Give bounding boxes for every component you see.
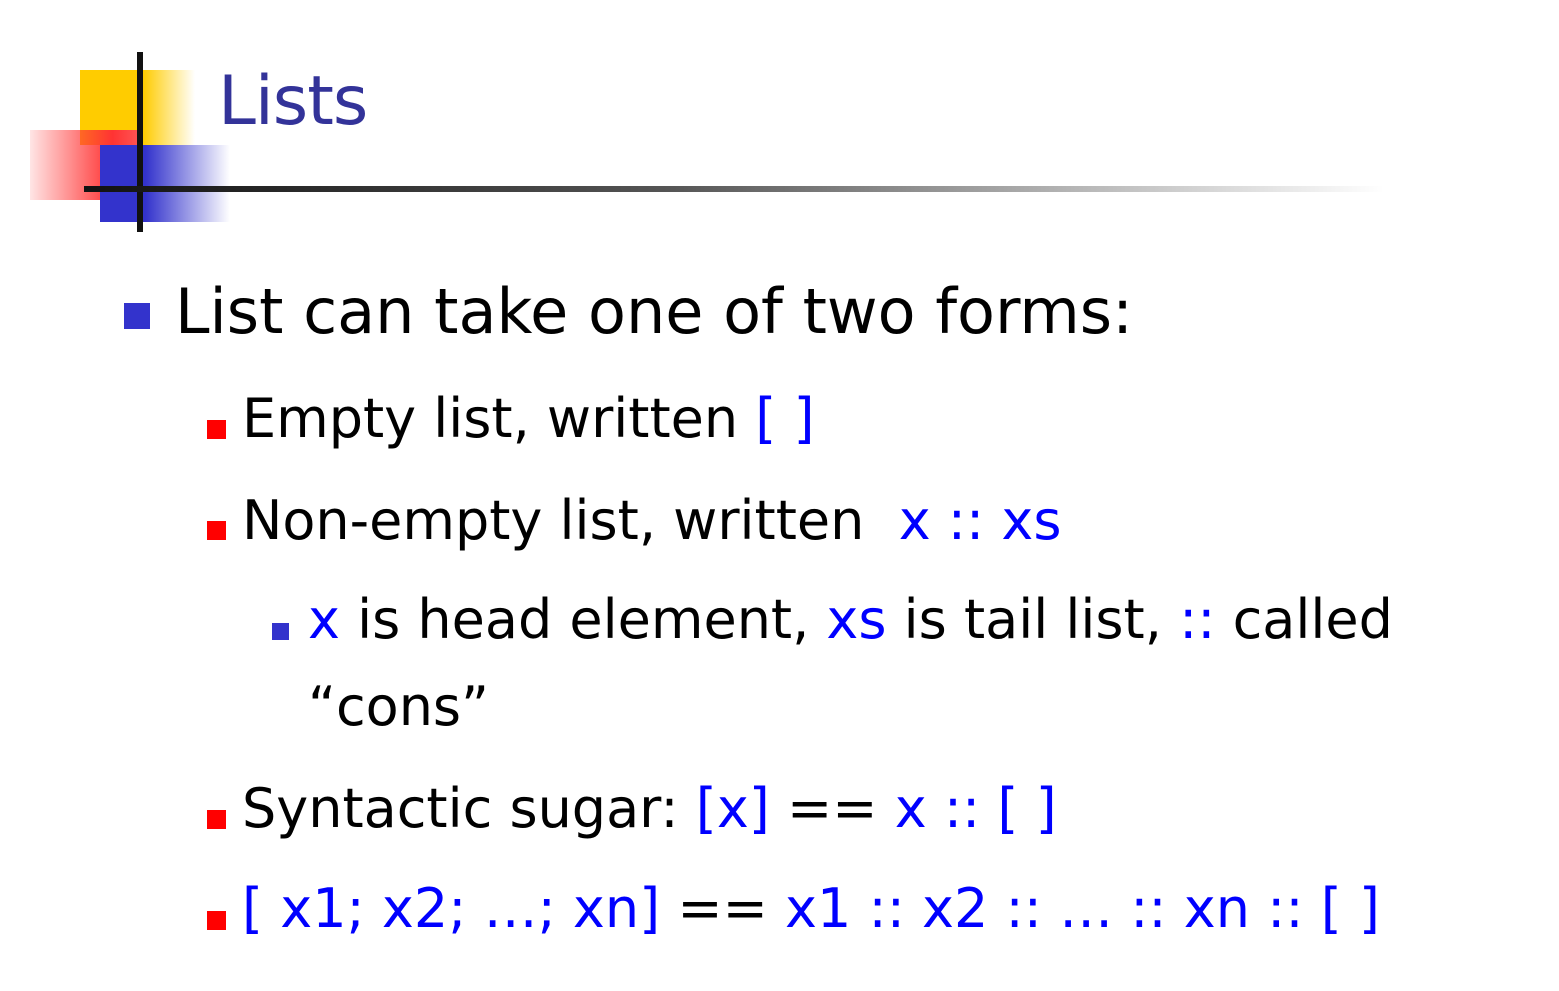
code: xs (826, 588, 887, 651)
bullet-square-icon (272, 623, 289, 640)
bullet-syntactic-sugar: Syntactic sugar: [x] == x :: [ ] (242, 782, 1057, 836)
text: == (769, 777, 895, 840)
code: x1 :: x2 :: … :: xn :: [ ] (785, 877, 1380, 940)
bullet-head-tail: x is head element, xs is tail list, :: c… (308, 593, 1393, 647)
code: [ x1; x2; …; xn] (242, 877, 661, 940)
bullet-square-icon (207, 420, 226, 439)
code: :: (1179, 588, 1216, 651)
bullet-square-icon (124, 303, 150, 329)
bullet-list-forms: List can take one of two forms: (175, 275, 1133, 348)
text: Non-empty list, written (242, 489, 899, 552)
text: is tail list, (886, 588, 1180, 651)
code: x :: [ ] (894, 777, 1057, 840)
text: == (660, 877, 786, 940)
code: x :: xs (898, 489, 1062, 552)
code: [ ] (755, 387, 815, 450)
text: called (1215, 588, 1393, 651)
bullet-square-icon (207, 521, 226, 540)
bullet-nonempty-list: Non-empty list, written x :: xs (242, 494, 1061, 548)
title-underline (84, 186, 1384, 192)
bullet-square-icon (207, 911, 226, 930)
bullet-list-literal: [ x1; x2; …; xn] == x1 :: x2 :: … :: xn … (242, 882, 1380, 936)
decor-blue-square (100, 145, 230, 222)
bullet-empty-list: Empty list, written [ ] (242, 392, 815, 446)
bullet-square-icon (207, 810, 226, 829)
text: Syntactic sugar: (242, 777, 696, 840)
bullet-head-tail-continued: “cons” (308, 675, 490, 738)
code: x (308, 588, 340, 651)
slide-title: Lists (218, 62, 368, 141)
text: Empty list, written (242, 387, 756, 450)
decor-vertical-line (137, 52, 143, 232)
code: [x] (695, 777, 770, 840)
text: is head element, (339, 588, 827, 651)
